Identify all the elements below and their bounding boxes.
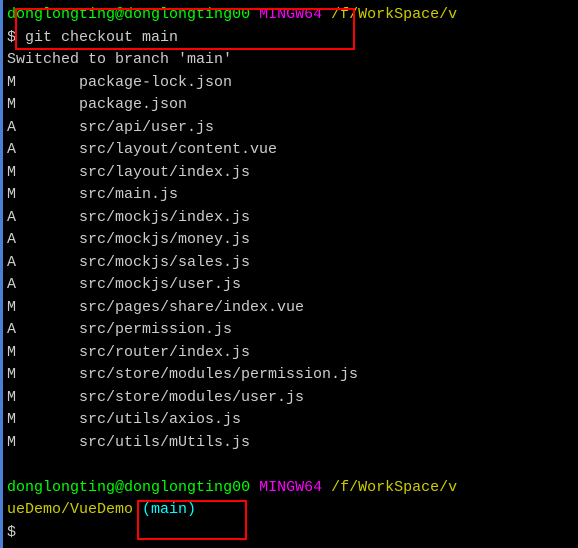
file-status-row: A src/mockjs/money.js — [7, 229, 574, 252]
file-status-row: A src/api/user.js — [7, 117, 574, 140]
prompt-host: donglongting00 — [124, 6, 250, 23]
prompt-path-cont: ueDemo/VueDemo — [7, 501, 133, 518]
file-status-row: M src/main.js — [7, 184, 574, 207]
file-status-row: A src/mockjs/sales.js — [7, 252, 574, 275]
file-status-row: A src/mockjs/user.js — [7, 274, 574, 297]
file-status-row: M src/pages/share/index.vue — [7, 297, 574, 320]
branch-indicator: (main) — [133, 501, 196, 518]
prompt-env: MINGW64 — [259, 479, 322, 496]
prompt-path: /f/WorkSpace/v — [331, 479, 457, 496]
file-status-row: M src/store/modules/permission.js — [7, 364, 574, 387]
file-status-row: M package-lock.json — [7, 72, 574, 95]
file-status-row: A src/layout/content.vue — [7, 139, 574, 162]
prompt-at: @ — [115, 479, 124, 496]
file-status-row: A src/permission.js — [7, 319, 574, 342]
file-status-row: M src/utils/axios.js — [7, 409, 574, 432]
prompt-dollar[interactable]: $ — [7, 522, 574, 545]
prompt-line-1: donglongting@donglongting00 MINGW64 /f/W… — [7, 4, 574, 27]
file-status-row: A src/mockjs/index.js — [7, 207, 574, 230]
prompt-host: donglongting00 — [124, 479, 250, 496]
file-status-list: M package-lock.jsonM package.jsonA src/a… — [7, 72, 574, 455]
prompt-at: @ — [115, 6, 124, 23]
command-line[interactable]: $ git checkout main — [7, 27, 574, 50]
prompt-env: MINGW64 — [259, 6, 322, 23]
blank-line — [7, 454, 574, 477]
prompt-path: /f/WorkSpace/v — [331, 6, 457, 23]
file-status-row: M src/router/index.js — [7, 342, 574, 365]
prompt-user: donglongting — [7, 6, 115, 23]
file-status-row: M src/layout/index.js — [7, 162, 574, 185]
output-switched: Switched to branch 'main' — [7, 49, 574, 72]
file-status-row: M package.json — [7, 94, 574, 117]
prompt-user: donglongting — [7, 479, 115, 496]
file-status-row: M src/utils/mUtils.js — [7, 432, 574, 455]
prompt-line-2b: ueDemo/VueDemo (main) — [7, 499, 574, 522]
prompt-line-2a: donglongting@donglongting00 MINGW64 /f/W… — [7, 477, 574, 500]
file-status-row: M src/store/modules/user.js — [7, 387, 574, 410]
